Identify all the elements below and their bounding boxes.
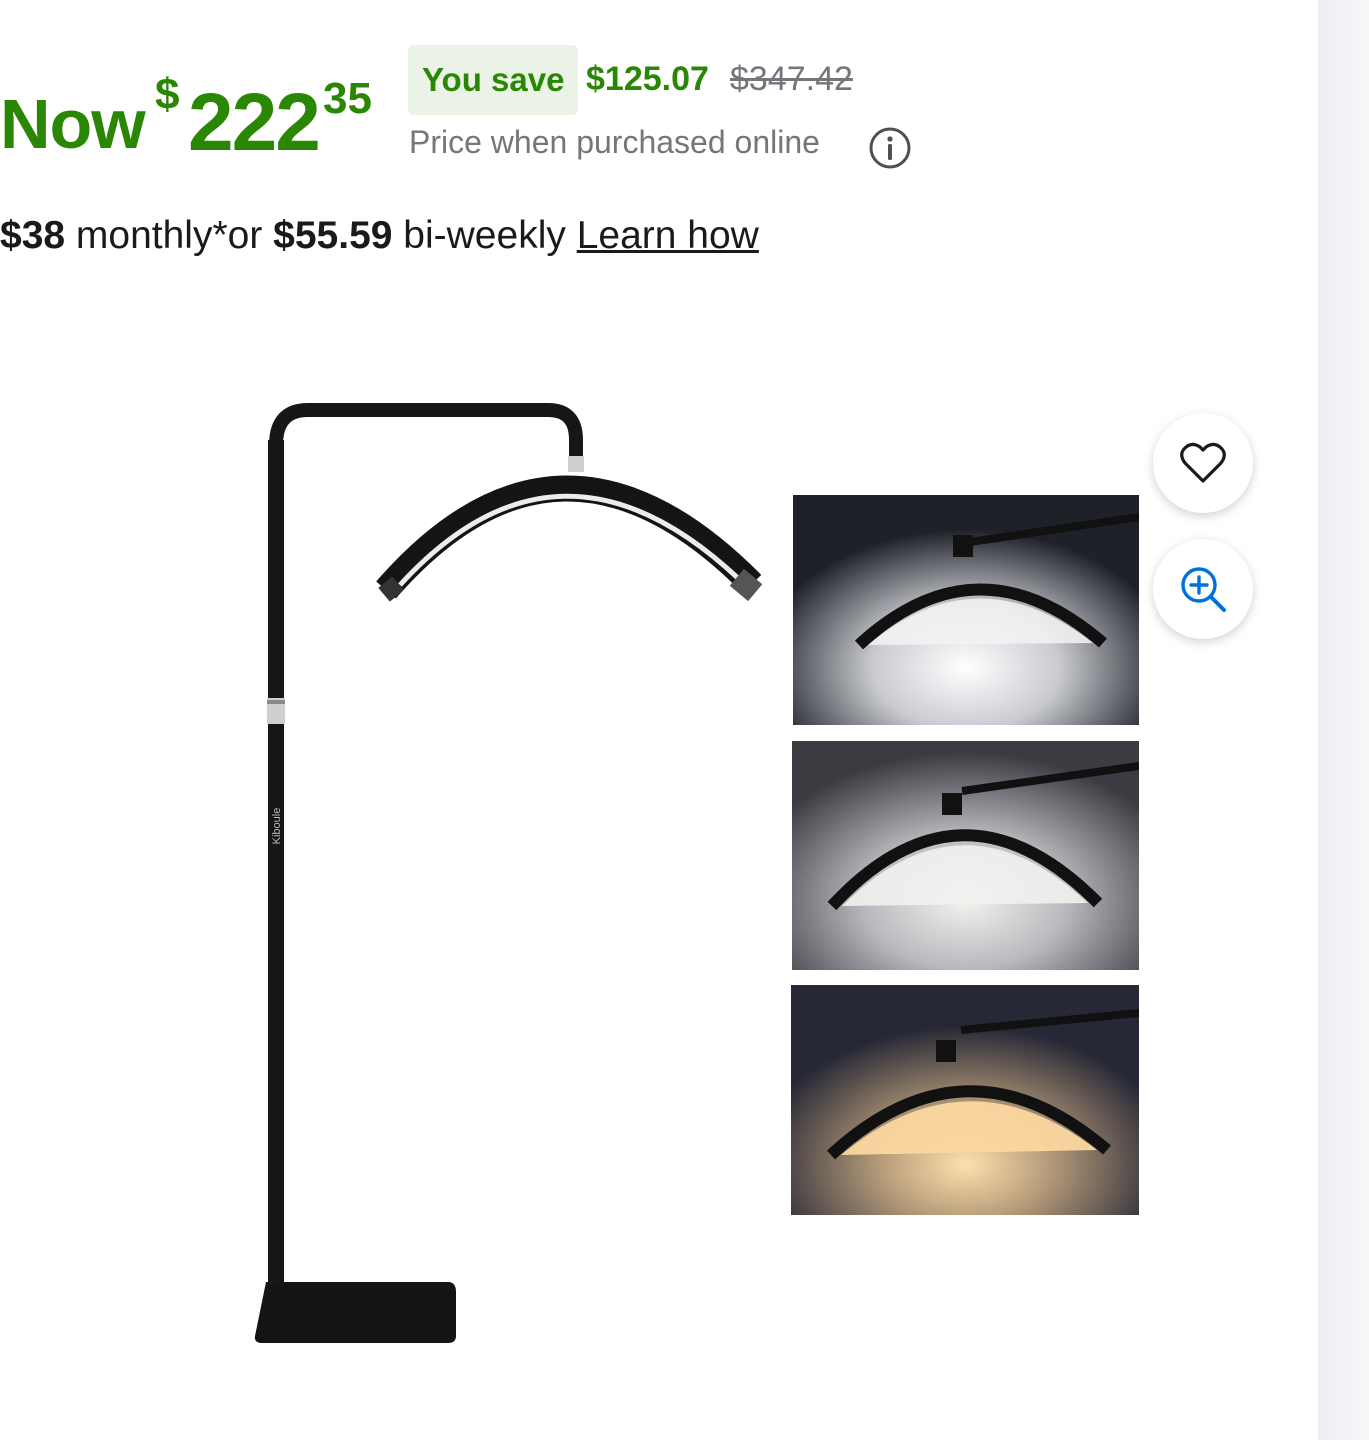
page-scrollbar-gutter (1318, 0, 1369, 1440)
biweekly-text: bi-weekly (392, 214, 577, 257)
price-currency-symbol: $ (155, 70, 180, 119)
was-price: $347.42 (730, 60, 853, 98)
you-save-badge: You save (408, 45, 579, 115)
thumbnail-cool-white[interactable] (793, 495, 1139, 725)
monthly-text: monthly*or (65, 214, 274, 257)
thumbnail-warm-white[interactable] (791, 985, 1139, 1215)
biweekly-amount: $55.59 (273, 214, 393, 257)
save-amount: $125.07 (586, 60, 709, 98)
price-cents: 35 (323, 74, 372, 123)
zoom-in-icon (1181, 567, 1226, 612)
favorite-button[interactable] (1153, 413, 1253, 513)
heart-icon (1180, 442, 1226, 483)
financing-line: $38 monthly*or $55.59 bi-weekly Learn ho… (0, 214, 759, 258)
now-label: Now (0, 85, 146, 163)
price-note: Price when purchased online (409, 124, 820, 160)
zoom-button[interactable] (1153, 539, 1253, 639)
thumbnail-neutral-white[interactable] (792, 741, 1139, 970)
price-whole: 222 (188, 77, 321, 168)
price-block: Now $ 222 35 You save $125.07 $347.42 Pr… (0, 45, 1300, 170)
monthly-amount: $38 (0, 214, 66, 257)
info-icon[interactable] (868, 126, 912, 170)
learn-how-link[interactable]: Learn how (577, 214, 759, 257)
brand-label: Kiboule (271, 808, 283, 845)
